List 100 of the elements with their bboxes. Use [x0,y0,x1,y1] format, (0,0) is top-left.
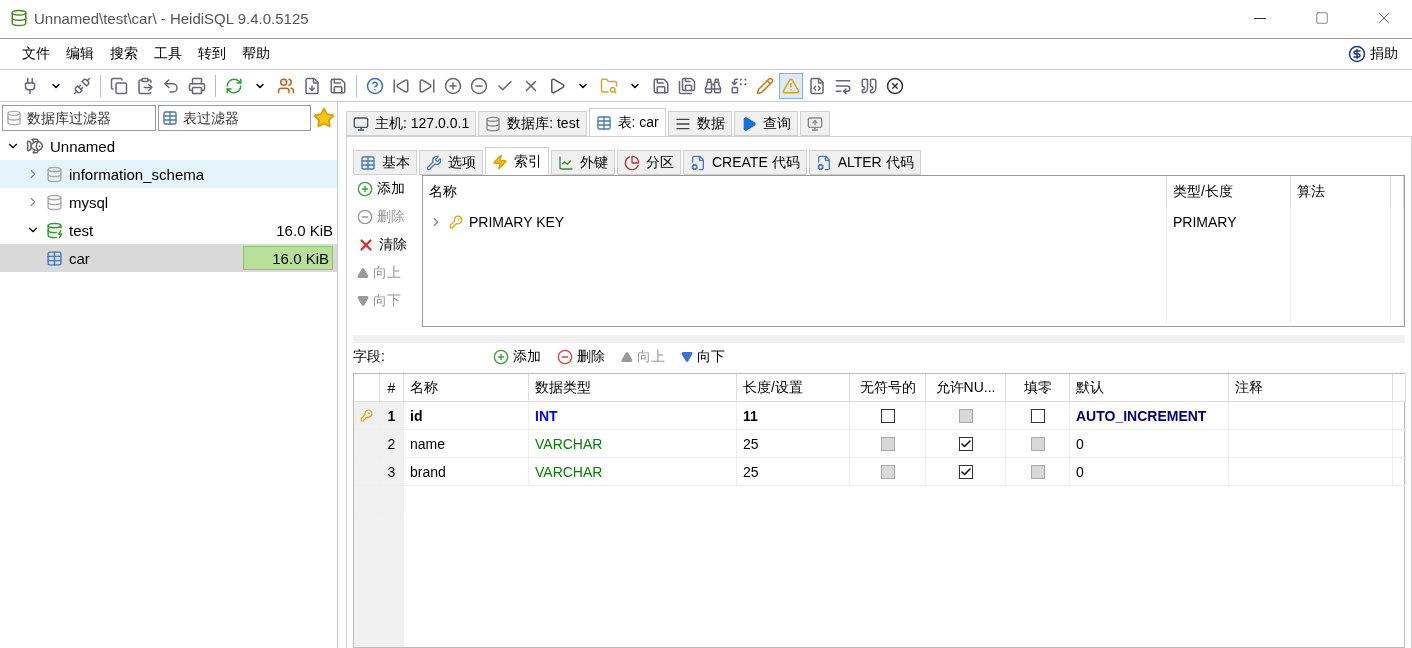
column-header[interactable]: 数据类型 [529,374,737,402]
table-filter-field[interactable]: 表过滤器 [157,105,311,131]
tab[interactable]: 选项 [419,150,483,175]
tab[interactable]: 分区 [617,150,681,175]
key-icon [449,215,463,229]
window-title: Unnamed\test\car\ - HeidiSQL 9.4.0.5125 [34,9,310,27]
tree-item[interactable]: information_schema [0,160,337,188]
checkbox[interactable] [958,464,973,479]
copy-icon [110,76,128,95]
table-cell: 25 [737,430,850,458]
tree-item[interactable]: mysql [0,188,337,216]
column-header[interactable]: 名称 [404,374,529,402]
table-cell [1393,402,1406,430]
checkbox[interactable] [880,408,895,423]
table-icon [46,249,63,267]
save-icon [329,76,347,95]
printer-icon [188,76,206,95]
new-query-tab[interactable] [799,111,830,136]
column-header[interactable]: 无符号的 [850,374,926,402]
app-logo-icon [10,9,28,27]
skip-forward-icon [418,76,436,95]
column-header[interactable]: 名称 [423,176,1167,208]
unplug-icon [73,76,91,95]
index-row[interactable]: PRIMARY KEY [423,208,1167,236]
new-query-icon [806,115,823,132]
down-icon [681,351,693,363]
menu-item[interactable]: 帮助 [234,41,278,67]
maximize-icon [1315,11,1329,25]
table-cell: VARCHAR [529,458,737,486]
replace-icon [730,76,748,95]
up-icon [621,351,633,363]
column-header [1393,374,1406,402]
menu-item[interactable]: 文件 [14,41,58,67]
table-cell: 0 [1070,430,1229,458]
refresh-icon [225,76,243,95]
tab[interactable]: 外键 [551,150,615,175]
tree-item[interactable]: car 16.0 KiB [0,244,337,272]
file-code-icon [808,76,826,95]
tree-item[interactable]: test 16.0 KiB [0,216,337,244]
save-all-icon [678,76,696,95]
key-icon [360,409,373,422]
database-filter-field[interactable]: 数据库过滤器 [2,105,156,131]
column-header[interactable]: 长度/设置 [737,374,850,402]
table-cell: name [404,430,529,458]
tab[interactable]: 表: car [588,108,666,136]
action-button[interactable]: 清除 [353,231,418,259]
database-icon [6,110,22,126]
column-header[interactable]: 注释 [1229,374,1393,402]
column-header[interactable]: 默认 [1070,374,1229,402]
menu-item[interactable]: 工具 [146,41,190,67]
checkbox[interactable] [1030,408,1045,423]
fields-label: 字段: [353,348,386,366]
tab[interactable]: 数据 [667,111,732,136]
column-header[interactable]: 允许NU... [926,374,1006,402]
clear-icon [357,236,375,254]
action-button[interactable]: 添加 [353,175,418,203]
tree-item[interactable]: Unnamed [0,132,337,160]
table-cell: AUTO_INCREMENT [1070,402,1229,430]
column-header[interactable]: 填零 [1006,374,1070,402]
users-icon [277,76,295,95]
table-cell: brand [404,458,529,486]
menu-item[interactable]: 转到 [190,41,234,67]
stop-icon [886,76,904,95]
table-cell: PRIMARY [1167,208,1291,236]
minus-circle-icon [470,76,488,95]
table-cell: INT [529,402,737,430]
paste-icon [136,76,154,95]
save-icon [652,76,670,95]
plus-circle-icon [444,76,462,95]
remove-icon [357,209,373,225]
file-gear-icon [815,154,832,171]
table-cell: id [404,402,529,430]
folder-search-icon [600,76,618,95]
menu-item[interactable]: 搜索 [102,41,146,67]
table-icon [595,114,612,131]
column-header[interactable]: 算法 [1291,176,1391,208]
tab[interactable]: 数据库: test [478,111,587,136]
tab[interactable]: ALTER 代码 [808,150,921,175]
tab[interactable]: 索引 [485,147,549,175]
menu-item[interactable]: 编辑 [58,41,102,67]
table-cell: 0 [1070,458,1229,486]
size-text: 16.0 KiB [276,221,333,239]
action-button[interactable]: 删除 [553,345,609,369]
donate-button[interactable]: 捐助 [1348,45,1398,63]
action-button[interactable]: 添加 [489,345,545,369]
star-icon[interactable] [313,107,335,129]
table-icon [161,110,178,126]
column-header[interactable]: # [380,374,404,402]
tab[interactable]: CREATE 代码 [683,150,807,175]
skip-back-icon [392,76,410,95]
table-cell: VARCHAR [529,430,737,458]
tab[interactable]: 基本 [353,150,417,175]
index-name: PRIMARY KEY [469,214,565,230]
action-button[interactable]: 向下 [677,345,729,369]
tab[interactable]: 主机: 127.0.0.1 [346,111,477,136]
checkbox[interactable] [958,436,973,451]
table-cell [1393,430,1406,458]
tab[interactable]: 查询 [733,111,798,136]
warning-icon [782,76,800,95]
column-header[interactable]: 类型/长度 [1167,176,1291,208]
